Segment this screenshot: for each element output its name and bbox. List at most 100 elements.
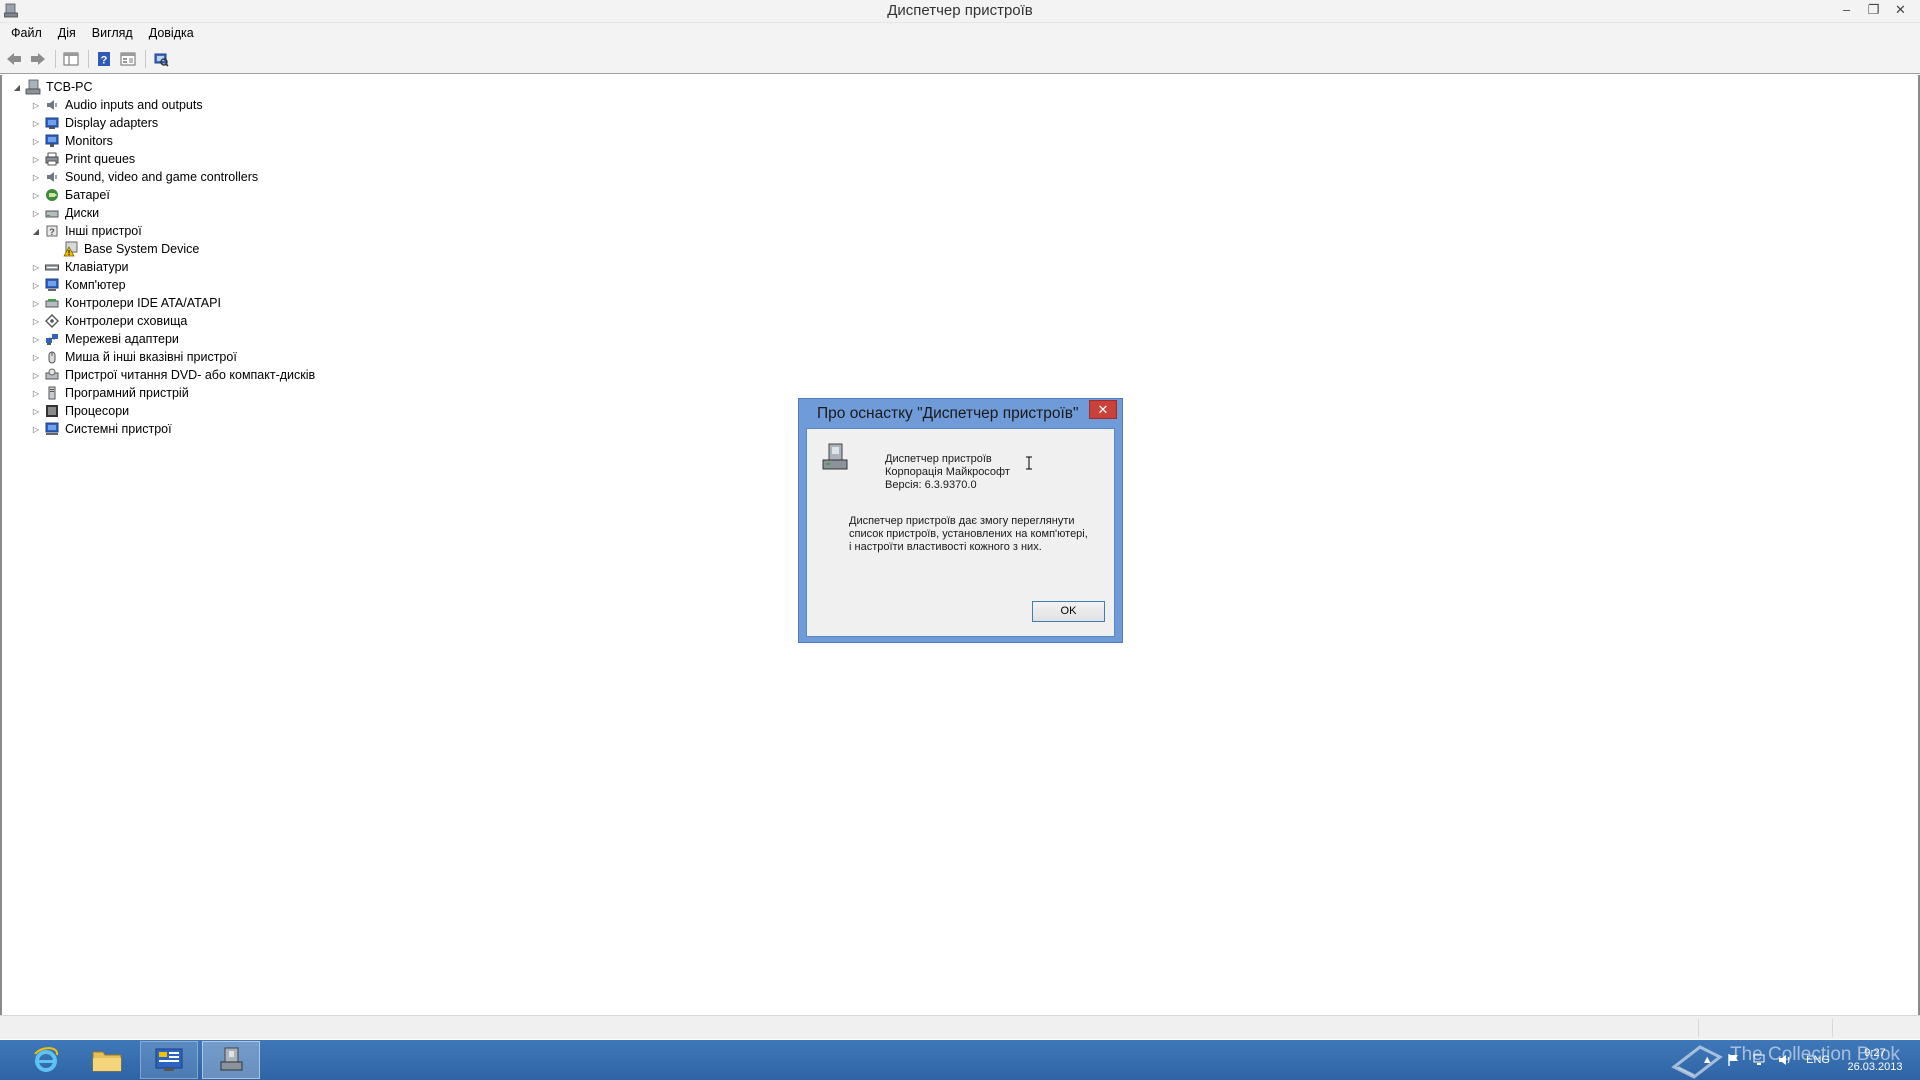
text-cursor-icon xyxy=(1025,456,1033,470)
tree-item-label: Audio inputs and outputs xyxy=(65,98,203,112)
tree-item-processors[interactable]: ▷ Процесори xyxy=(10,402,317,420)
device-manager-icon xyxy=(819,442,851,474)
tree-item-label: Print queues xyxy=(65,152,136,166)
computer-icon xyxy=(25,79,41,95)
software-device-icon xyxy=(44,385,60,401)
tree-item-keyboards[interactable]: ▷ Клавіатури xyxy=(10,258,317,276)
description-text: Диспетчер пристроїв дає змогу переглянут… xyxy=(849,515,1099,554)
menu-help[interactable]: Довідка xyxy=(144,23,199,44)
close-window-button[interactable]: ✕ xyxy=(1887,0,1914,20)
tree-item-batteries[interactable]: ▷ Батареї xyxy=(10,186,317,204)
tree-root-node[interactable]: ◢ TCB-PC xyxy=(10,78,317,96)
tree-item-label: Комп'ютер xyxy=(65,278,126,292)
expand-arrow-icon[interactable]: ▷ xyxy=(29,260,43,274)
keyboard-icon xyxy=(44,259,60,275)
help-icon[interactable]: ? xyxy=(93,48,115,70)
expand-arrow-icon[interactable]: ▷ xyxy=(29,206,43,220)
expand-arrow-icon[interactable]: ▷ xyxy=(29,152,43,166)
tree-item-mice[interactable]: ▷ Миша й інші вказівні пристрої xyxy=(10,348,317,366)
tree-item-label: Пристрої читання DVD- або компакт-дисків xyxy=(65,368,316,382)
expand-arrow-icon[interactable]: ▷ xyxy=(29,404,43,418)
version-text: Версія: 6.3.9370.0 xyxy=(885,479,977,491)
menu-file[interactable]: Файл xyxy=(6,23,47,44)
disk-drive-icon xyxy=(44,205,60,221)
toolbar-separator xyxy=(145,49,146,68)
tree-item-computer[interactable]: ▷ Комп'ютер xyxy=(10,276,317,294)
tree-item-network-adapters[interactable]: ▷ Мережеві адаптери xyxy=(10,330,317,348)
network-adapter-icon xyxy=(44,331,60,347)
tree-item-label: Диски xyxy=(65,206,100,220)
tree-item-label: Миша й інші вказівні пристрої xyxy=(65,350,237,364)
tree-item-sound-video-game[interactable]: ▷ Sound, video and game controllers xyxy=(10,168,317,186)
device-manager-icon[interactable] xyxy=(202,1041,260,1079)
tree-item-other-devices[interactable]: ◢ ? Інші пристрої xyxy=(10,222,317,240)
expand-arrow-icon[interactable]: ▷ xyxy=(29,368,43,382)
tree-item-audio[interactable]: ▷ Audio inputs and outputs xyxy=(10,96,317,114)
expand-arrow-icon[interactable]: ▷ xyxy=(29,188,43,202)
expand-arrow-icon[interactable]: ▷ xyxy=(29,386,43,400)
speaker-icon xyxy=(44,97,60,113)
description-line: Диспетчер пристроїв дає змогу переглянут… xyxy=(849,515,1075,527)
tree-item-storage-controllers[interactable]: ▷ Контролери сховища xyxy=(10,312,317,330)
tree-item-system-devices[interactable]: ▷ Системні пристрої xyxy=(10,420,317,438)
expand-arrow-icon[interactable]: ▷ xyxy=(29,116,43,130)
display-adapter-icon xyxy=(44,115,60,131)
expand-arrow-icon[interactable]: ▷ xyxy=(29,332,43,346)
tree-item-monitors[interactable]: ▷ Monitors xyxy=(10,132,317,150)
printer-icon xyxy=(44,151,60,167)
collapse-arrow-icon[interactable]: ◢ xyxy=(10,80,24,94)
expand-arrow-icon[interactable]: ▷ xyxy=(29,170,43,184)
tree-item-label: Програмний пристрій xyxy=(65,386,189,400)
system-devices-icon xyxy=(44,421,60,437)
dialog-body: Диспетчер пристроїв Корпорація Майкрософ… xyxy=(806,428,1115,637)
expand-arrow-icon[interactable]: ▷ xyxy=(29,296,43,310)
svg-text:?: ? xyxy=(49,227,55,237)
about-dialog: Про оснастку "Диспетчер пристроїв" ✕ Дис… xyxy=(798,398,1123,643)
toolbar-separator xyxy=(55,49,56,68)
collapse-arrow-icon[interactable]: ◢ xyxy=(29,224,43,238)
control-panel-icon[interactable] xyxy=(140,1041,198,1079)
storage-controller-icon xyxy=(44,313,60,329)
show-hide-console-tree-icon[interactable] xyxy=(60,48,82,70)
tree-item-label: Мережеві адаптери xyxy=(65,332,179,346)
expand-arrow-icon[interactable]: ▷ xyxy=(29,350,43,364)
expand-arrow-icon[interactable]: ▷ xyxy=(29,314,43,328)
forward-arrow-icon[interactable] xyxy=(27,48,49,70)
tree-item-software-device[interactable]: ▷ Програмний пристрій xyxy=(10,384,317,402)
tree-item-display-adapters[interactable]: ▷ Display adapters xyxy=(10,114,317,132)
internet-explorer-icon[interactable] xyxy=(17,1041,75,1079)
dialog-close-button[interactable]: ✕ xyxy=(1089,400,1117,419)
ok-button[interactable]: OK xyxy=(1032,601,1105,622)
expand-arrow-icon[interactable]: ▷ xyxy=(29,134,43,148)
status-bar xyxy=(0,1015,1920,1039)
restore-button[interactable]: ❐ xyxy=(1860,0,1887,20)
properties-icon[interactable] xyxy=(117,48,139,70)
tree-item-base-system-device[interactable]: Base System Device xyxy=(10,240,317,258)
menu-bar: Файл Дія Вигляд Довідка xyxy=(0,23,1920,44)
mouse-icon xyxy=(44,349,60,365)
dvd-drive-icon xyxy=(44,367,60,383)
menu-view[interactable]: Вигляд xyxy=(87,23,138,44)
processor-icon xyxy=(44,403,60,419)
file-explorer-icon[interactable] xyxy=(78,1041,136,1079)
battery-icon xyxy=(44,187,60,203)
minimize-button[interactable]: ‒ xyxy=(1833,0,1860,20)
tree-item-ide-controllers[interactable]: ▷ Контролери IDE ATA/ATAPI xyxy=(10,294,317,312)
tree-item-label: Sound, video and game controllers xyxy=(65,170,259,184)
back-arrow-icon[interactable] xyxy=(3,48,25,70)
watermark: The Collection Book xyxy=(1670,1040,1920,1080)
product-name: Диспетчер пристроїв xyxy=(885,453,992,465)
tree-item-disks[interactable]: ▷ Диски xyxy=(10,204,317,222)
tree-root-label: TCB-PC xyxy=(46,80,93,94)
description-line: і настроїти властивості кожного з них. xyxy=(849,541,1042,553)
expand-arrow-icon[interactable]: ▷ xyxy=(29,98,43,112)
toolbar: ? xyxy=(0,44,1920,74)
tree-item-print-queues[interactable]: ▷ Print queues xyxy=(10,150,317,168)
company-name: Корпорація Майкрософт xyxy=(885,466,1010,478)
tree-item-dvd-drives[interactable]: ▷ Пристрої читання DVD- або компакт-диск… xyxy=(10,366,317,384)
expand-arrow-icon[interactable]: ▷ xyxy=(29,422,43,436)
menu-action[interactable]: Дія xyxy=(53,23,81,44)
scan-hardware-icon[interactable] xyxy=(150,48,172,70)
expand-arrow-icon[interactable]: ▷ xyxy=(29,278,43,292)
title-bar: Диспетчер пристроїв ‒ ❐ ✕ xyxy=(0,0,1920,23)
